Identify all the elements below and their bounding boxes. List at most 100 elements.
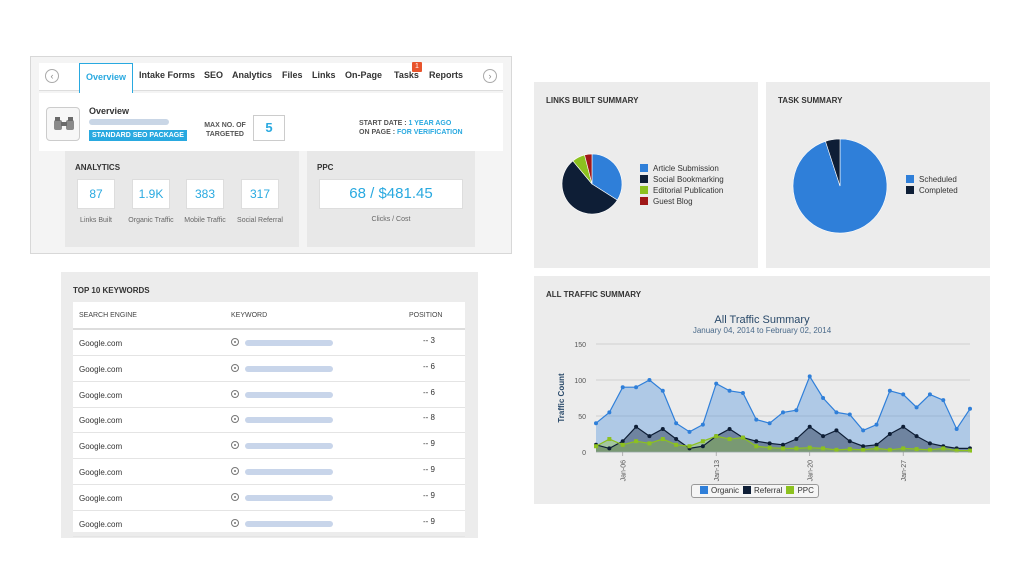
point-referral[interactable] [767,441,772,446]
point-ppc[interactable] [754,444,759,449]
point-ppc[interactable] [740,435,745,440]
point-ppc[interactable] [847,447,852,452]
legend-label-ppc[interactable]: PPC [797,486,813,495]
keyword-redacted[interactable] [245,494,333,501]
chevron-left-icon[interactable]: ‹ [45,69,59,83]
point-referral[interactable] [607,446,612,451]
point-organic[interactable] [727,388,732,393]
point-organic[interactable] [861,428,866,433]
point-referral[interactable] [847,439,852,444]
point-referral[interactable] [834,428,839,433]
point-ppc[interactable] [861,447,866,452]
point-organic[interactable] [914,405,919,410]
point-ppc[interactable] [874,446,879,451]
keyword-redacted[interactable] [245,417,333,424]
legend-label-referral[interactable]: Referral [754,486,782,495]
point-organic[interactable] [620,385,625,390]
point-ppc[interactable] [714,434,719,439]
point-ppc[interactable] [807,445,812,450]
point-organic[interactable] [794,408,799,413]
legend-item[interactable]: Guest Blog [640,197,724,208]
point-organic[interactable] [968,406,972,411]
point-ppc[interactable] [887,447,892,452]
keyword-redacted[interactable] [245,469,333,475]
point-organic[interactable] [700,422,705,427]
point-ppc[interactable] [727,437,732,442]
point-organic[interactable] [714,381,719,386]
point-referral[interactable] [700,444,705,449]
point-organic[interactable] [847,412,852,417]
point-organic[interactable] [954,426,959,431]
point-referral[interactable] [927,441,932,446]
tab-files[interactable]: Files [282,70,303,80]
point-organic[interactable] [901,392,906,397]
point-organic[interactable] [660,388,665,393]
point-referral[interactable] [674,437,679,442]
point-referral[interactable] [861,444,866,449]
keyword-redacted[interactable] [245,365,333,372]
legend-item[interactable]: Social Bookmarking [640,175,724,186]
point-organic[interactable] [767,421,772,426]
legend-item[interactable]: Completed [906,186,958,197]
point-organic[interactable] [754,417,759,422]
target-icon[interactable] [231,338,239,346]
point-organic[interactable] [941,398,946,403]
point-ppc[interactable] [634,439,639,444]
point-referral[interactable] [660,426,665,431]
point-referral[interactable] [647,434,652,439]
point-organic[interactable] [740,390,745,395]
point-referral[interactable] [821,434,826,439]
target-icon[interactable] [231,441,239,450]
point-organic[interactable] [607,410,612,415]
point-ppc[interactable] [901,446,906,451]
point-ppc[interactable] [794,446,799,451]
point-referral[interactable] [754,439,759,444]
target-icon[interactable] [231,415,239,424]
tab-links[interactable]: Links [312,70,336,80]
point-organic[interactable] [687,429,692,434]
tab-on-page[interactable]: On-Page [345,70,382,80]
point-referral[interactable] [727,426,732,431]
point-organic[interactable] [821,396,826,400]
legend-item[interactable]: Editorial Publication [640,186,724,197]
tab-overview[interactable]: Overview [79,63,134,93]
tab-analytics[interactable]: Analytics [232,70,272,80]
legend-item[interactable]: Article Submission [640,164,724,175]
point-referral[interactable] [914,434,919,439]
tab-seo[interactable]: SEO [204,70,223,80]
point-organic[interactable] [834,410,839,415]
point-organic[interactable] [674,421,679,426]
point-ppc[interactable] [687,444,692,449]
target-icon[interactable] [231,492,239,501]
point-organic[interactable] [887,388,892,393]
point-referral[interactable] [794,437,799,442]
target-icon[interactable] [231,363,239,372]
point-ppc[interactable] [821,446,826,451]
tab-reports[interactable]: Reports [429,70,463,80]
tab-intake-forms[interactable]: Intake Forms [139,70,195,80]
point-organic[interactable] [781,410,785,415]
point-referral[interactable] [634,424,639,429]
point-ppc[interactable] [834,447,839,452]
keyword-redacted[interactable] [245,340,333,346]
legend-label-organic[interactable]: Organic [711,486,739,495]
point-ppc[interactable] [927,447,932,452]
point-ppc[interactable] [620,442,625,447]
keyword-redacted[interactable] [245,391,333,398]
target-icon[interactable] [231,389,239,398]
keyword-redacted[interactable] [245,443,333,450]
point-ppc[interactable] [594,444,598,449]
point-organic[interactable] [634,385,639,390]
point-referral[interactable] [807,424,812,429]
point-organic[interactable] [874,422,879,427]
point-ppc[interactable] [914,447,919,452]
point-ppc[interactable] [767,445,772,450]
point-referral[interactable] [620,439,625,444]
point-organic[interactable] [594,421,598,426]
point-referral[interactable] [781,442,785,447]
point-referral[interactable] [887,432,892,436]
point-referral[interactable] [874,442,879,447]
point-ppc[interactable] [781,446,785,451]
point-ppc[interactable] [607,437,612,442]
point-organic[interactable] [647,378,652,382]
